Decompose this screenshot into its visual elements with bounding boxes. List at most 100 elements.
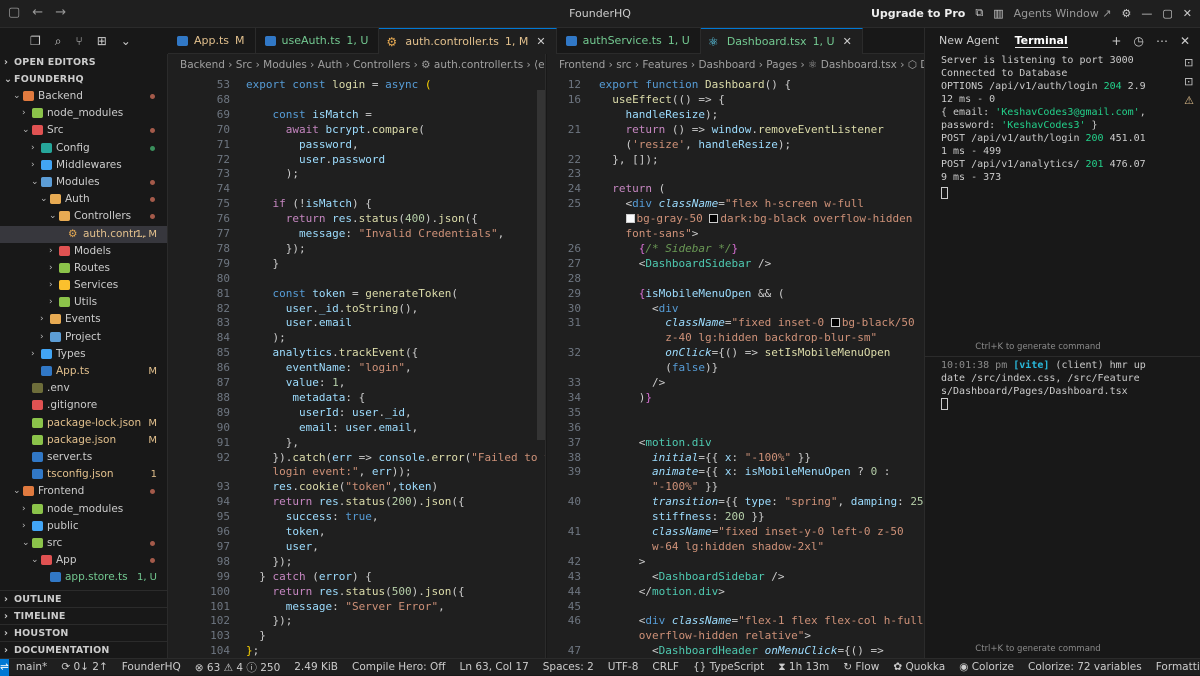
open-editors-section[interactable]: › OPEN EDITORS [0,54,167,71]
extensions-icon[interactable]: ⊞ [97,34,107,54]
code-line[interactable]: }, []); [599,153,658,168]
breadcrumb[interactable]: Frontend › src › Features › Dashboard › … [547,54,924,78]
code-line[interactable]: }); [246,614,292,629]
code-line[interactable]: if (!isMatch) { [246,197,372,212]
code-line[interactable]: <motion.div [599,436,712,451]
code-line[interactable]: user, [246,540,319,555]
tree-item[interactable]: › Services [0,277,167,294]
code-line[interactable]: <DashboardSidebar /> [599,257,771,272]
code-line[interactable]: analytics.trackEvent({ [246,346,419,361]
scrollbar[interactable] [537,90,545,440]
window-maximize-icon[interactable]: ▢ [1162,7,1172,20]
breadcrumb[interactable]: Backend › Src › Modules › Auth › Control… [168,54,545,78]
tree-item[interactable]: app.store.ts 1, U [0,569,167,586]
tree-item[interactable]: ⌄ src [0,535,167,552]
terminal-output[interactable]: Server is listening to port 3000 Connecte… [925,54,1151,184]
tree-item[interactable]: App.ts M [0,363,167,380]
editor-tab[interactable]: ⚛ Dashboard.tsx 1, U ✕ [700,28,863,54]
code-line[interactable]: className="fixed inset-y-0 left-0 z-50 [599,525,904,540]
code-line[interactable]: transition={{ type: "spring", damping: 2… [599,495,924,510]
tree-item[interactable]: › public [0,518,167,535]
project-name[interactable]: FounderHQ [115,661,188,673]
code-line[interactable]: useEffect(() => { [599,93,725,108]
tree-item[interactable]: › node_modules [0,501,167,518]
code-line[interactable]: ); [246,167,299,182]
code-line[interactable]: > [599,555,646,570]
code-line[interactable]: } catch (error) { [246,570,372,585]
editor-tab[interactable]: useAuth.ts 1, U [256,28,380,54]
warning-icon[interactable]: ⚠ [1184,94,1194,107]
code-line[interactable]: animate={{ x: isMobileMenuOpen ? 0 : [599,465,890,480]
settings-gear-icon[interactable]: ⚙ [1122,7,1132,20]
code-line[interactable]: {isMobileMenuOpen && ( [599,287,785,302]
code-line[interactable]: message: "Invalid Credentials", [246,227,504,242]
code-line[interactable]: return res.status(500).json({ [246,585,465,600]
code-line[interactable]: }).catch(err => console.error("Failed to… [246,451,545,466]
sidebar-section[interactable]: › HOUSTON [0,624,167,641]
code-line[interactable]: message: "Server Error", [246,600,445,615]
tree-item[interactable]: › Events [0,311,167,328]
tree-item[interactable]: › Utils [0,294,167,311]
code-line[interactable]: onClick={() => setIsMobileMenuOpen [599,346,890,361]
tree-item[interactable]: ⌄ Src [0,122,167,139]
sidebar-section[interactable]: › TIMELINE [0,607,167,624]
code-line[interactable]: userId: user._id, [246,406,412,421]
vite-output[interactable]: 10:01:38 pm [vite] (client) hmr update /… [925,359,1151,412]
tree-item[interactable]: ⌄ Modules [0,174,167,191]
code-line[interactable]: value: 1, [246,376,346,391]
code-line[interactable]: await bcrypt.compare( [246,123,425,138]
search-icon[interactable]: ⌕ [55,34,62,54]
colorize-variables[interactable]: Colorize: 72 variables [1021,661,1149,673]
editor-pane-dashboard[interactable]: Frontend › src › Features › Dashboard › … [547,54,924,658]
git-sync[interactable]: ⟳ 0↓ 2↑ [54,661,114,673]
code-line[interactable]: <div [599,302,679,317]
code-line[interactable]: user._id.toString(), [246,302,418,317]
tree-item[interactable]: ⌄ Controllers [0,208,167,225]
code-line[interactable]: res.cookie("token",token) [246,480,439,495]
code-line[interactable]: stiffness: 200 }} [599,510,765,525]
code-line[interactable]: ('resize', handleResize); [599,138,791,153]
editor-tab[interactable]: authService.ts 1, U [557,28,701,54]
toggle-panel-icon[interactable]: ⧉ [975,6,983,20]
code-line[interactable]: user.password [246,153,385,168]
sidebar-section[interactable]: › OUTLINE [0,590,167,607]
code-line[interactable]: className="fixed inset-0 bg-black/50 [599,316,914,331]
tree-item[interactable]: ⌄ Frontend [0,483,167,500]
tree-item[interactable]: package.json M [0,432,167,449]
time-tracker[interactable]: ⧗ 1h 13m [771,661,836,674]
code-line[interactable]: password, [246,138,359,153]
formatting-status[interactable]: Formatting: ✓ [1149,661,1200,673]
project-section[interactable]: ⌄ FOUNDERHQ [0,71,167,88]
tree-item[interactable]: › node_modules [0,105,167,122]
code-line[interactable]: font-sans"> [599,227,699,242]
code-line[interactable]: return res.status(200).json({ [246,495,465,510]
tree-item[interactable]: ⌄ App [0,552,167,569]
source-control-icon[interactable]: ⑂ [76,34,83,54]
code-line[interactable]: w-64 lg:hidden shadow-2xl" [599,540,824,555]
close-icon[interactable]: ✕ [1180,28,1190,54]
editor-tab[interactable]: App.ts M [168,28,256,54]
problems-count[interactable]: ⊗ 63 ⚠ 4 ⓘ 250 [188,660,287,675]
code-line[interactable]: initial={{ x: "-100%" }} [599,451,811,466]
agents-window-button[interactable]: Agents Window ↗ [1014,7,1112,20]
code-line[interactable]: }); [246,242,306,257]
files-icon[interactable]: ❐ [30,34,41,54]
tree-item[interactable]: › Project [0,329,167,346]
code-line[interactable]: metadata: { [246,391,365,406]
code-line[interactable]: <DashboardSidebar /> [599,570,784,585]
code-line[interactable]: }; [246,644,259,658]
code-line[interactable]: handleResize); [599,108,719,123]
code-line[interactable]: login event:", err)); [246,465,412,480]
code-line[interactable]: const isMatch = [246,108,372,123]
tree-item[interactable]: .gitignore [0,397,167,414]
code-line[interactable]: return res.status(400).json({ [246,212,478,227]
tree-item[interactable]: ⚙ auth.contr... 1, M [0,225,167,243]
line-endings[interactable]: CRLF [645,661,686,673]
code-line[interactable]: const token = generateToken( [246,287,458,302]
code-line[interactable]: success: true, [246,510,379,525]
code-line[interactable]: user.email [246,316,352,331]
language-mode[interactable]: {} TypeScript [686,661,771,673]
upgrade-button[interactable]: Upgrade to Pro [871,7,965,20]
code-line[interactable]: {/* Sidebar */} [599,242,738,257]
code-line[interactable]: (false)} [599,361,718,376]
